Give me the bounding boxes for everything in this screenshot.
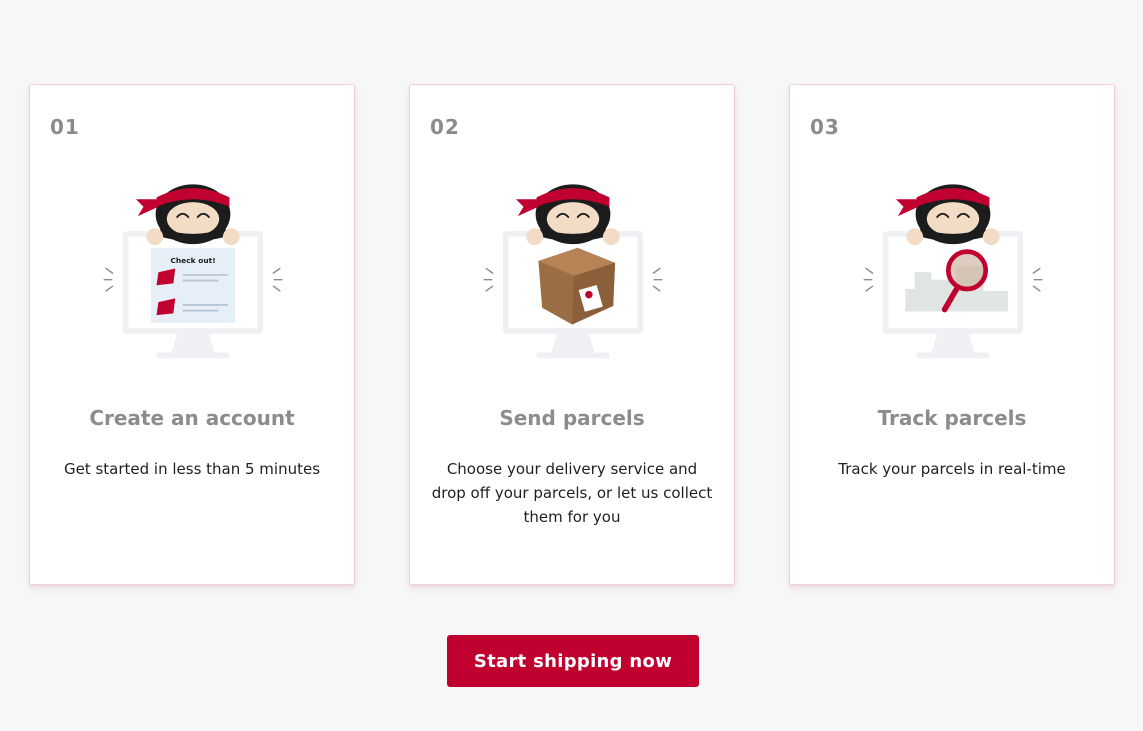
step-number: 01 — [50, 115, 80, 139]
step-number: 03 — [810, 115, 840, 139]
step-description: Track your parcels in real-time — [838, 460, 1066, 478]
checkout-screen-text: Check out! — [170, 256, 215, 265]
step-title: Create an account — [89, 406, 295, 430]
ninja-magnifier-icon — [853, 180, 1053, 370]
step-number: 02 — [430, 115, 460, 139]
step-title: Send parcels — [499, 406, 645, 430]
step-description: Choose your delivery service and drop of… — [431, 460, 713, 526]
ninja-checkout-icon: Check out! — [93, 180, 293, 370]
step-description: Get started in less than 5 minutes — [63, 460, 321, 478]
ninja-parcel-icon — [473, 180, 673, 370]
step-title: Track parcels — [877, 406, 1027, 430]
step-card-3: 03 Track parcels Track your parcels in r… — [789, 84, 1115, 585]
step-card-2: 02 Send parcels Choose your delivery ser… — [409, 84, 735, 585]
step-card-1: 01 Check out! Create an account Get star… — [29, 84, 355, 585]
start-shipping-button[interactable]: Start shipping now — [447, 635, 699, 687]
